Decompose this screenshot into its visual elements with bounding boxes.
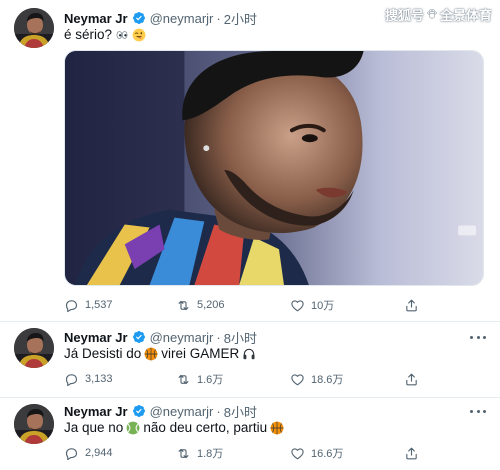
watermark-right: 全景体育 bbox=[439, 7, 492, 23]
reply-button[interactable]: 2,944 bbox=[64, 444, 113, 462]
tweet-text: Ja que no não deu certo, partiu bbox=[64, 420, 284, 435]
portrait-photo bbox=[65, 51, 483, 285]
tweet-text-part2: virei GAMER bbox=[161, 346, 240, 361]
headphones-emoji-icon bbox=[242, 347, 256, 361]
avatar[interactable] bbox=[14, 328, 54, 368]
tweet-text: Já Desisti do virei GAMER bbox=[64, 346, 256, 361]
avatar-image bbox=[14, 328, 54, 368]
avatar[interactable] bbox=[14, 404, 54, 444]
user-handle[interactable]: @neymarjr bbox=[150, 404, 214, 419]
more-dot-icon bbox=[470, 335, 473, 339]
reply-icon bbox=[64, 446, 79, 461]
share-button[interactable] bbox=[404, 444, 419, 462]
verified-badge-icon bbox=[132, 11, 146, 25]
like-button[interactable]: 18.6万 bbox=[290, 370, 343, 388]
paw-icon bbox=[426, 8, 438, 20]
separator-dot: · bbox=[216, 10, 221, 26]
reply-count: 2,944 bbox=[85, 447, 113, 459]
timestamp[interactable]: 8小时 bbox=[224, 328, 257, 347]
like-count: 10万 bbox=[311, 300, 335, 312]
basketball-emoji-icon bbox=[144, 347, 158, 361]
reply-button[interactable]: 1,537 bbox=[64, 296, 113, 314]
retweet-button[interactable]: 5,206 bbox=[176, 296, 225, 314]
user-handle[interactable]: @neymarjr bbox=[150, 11, 214, 26]
heart-icon bbox=[290, 298, 305, 313]
reply-icon bbox=[64, 372, 79, 387]
basketball-emoji-icon bbox=[270, 421, 284, 435]
user-handle[interactable]: @neymarjr bbox=[150, 330, 214, 345]
tweet-actions: 3,133 1.6万 18.6万 bbox=[64, 370, 444, 388]
retweet-icon bbox=[176, 372, 191, 387]
retweet-button[interactable]: 1.6万 bbox=[176, 370, 223, 388]
tweet-header: Neymar Jr @neymarjr · 2小时 bbox=[64, 9, 257, 27]
like-count: 18.6万 bbox=[311, 374, 344, 386]
tweet-1[interactable]: Neymar Jr @neymarjr · 2小时 搜狐号 全景体育 é sér… bbox=[0, 0, 500, 322]
timestamp[interactable]: 8小时 bbox=[224, 402, 257, 421]
retweet-count: 1.6万 bbox=[197, 374, 224, 386]
reply-button[interactable]: 3,133 bbox=[64, 370, 113, 388]
avatar-image bbox=[14, 404, 54, 444]
eyes-emoji-icon bbox=[115, 28, 129, 42]
heart-icon bbox=[290, 446, 305, 461]
more-options-button[interactable] bbox=[470, 404, 486, 418]
retweet-icon bbox=[176, 298, 191, 313]
verified-badge-icon bbox=[132, 404, 146, 418]
retweet-button[interactable]: 1.8万 bbox=[176, 444, 223, 462]
more-dot-icon bbox=[476, 335, 480, 339]
display-name[interactable]: Neymar Jr bbox=[64, 404, 128, 419]
reply-count: 3,133 bbox=[85, 373, 113, 385]
share-button[interactable] bbox=[404, 370, 419, 388]
separator-dot: · bbox=[216, 403, 221, 419]
tweet-header: Neymar Jr @neymarjr · 8小时 bbox=[64, 402, 257, 420]
reply-icon bbox=[64, 298, 79, 313]
tweet-actions: 1,537 5,206 10万 bbox=[64, 296, 444, 314]
tweet-text: é sério? bbox=[64, 27, 146, 42]
tweet-text-part1: é sério? bbox=[64, 27, 113, 42]
more-dot-icon bbox=[483, 409, 486, 413]
display-name[interactable]: Neymar Jr bbox=[64, 330, 128, 345]
more-dot-icon bbox=[470, 409, 473, 413]
verified-badge-icon bbox=[132, 330, 146, 344]
tweet-text-part1: Já Desisti do bbox=[64, 346, 142, 361]
tweet-text-part1: Ja que no bbox=[64, 420, 124, 435]
tennis-ball-emoji-icon bbox=[126, 421, 140, 435]
retweet-count: 1.8万 bbox=[197, 448, 224, 460]
tweet-actions: 2,944 1.8万 16.6万 bbox=[64, 444, 444, 462]
share-icon bbox=[404, 446, 419, 461]
winking-tongue-emoji-icon bbox=[132, 28, 146, 42]
separator-dot: · bbox=[216, 329, 221, 345]
tweet-text-part2: não deu certo, partiu bbox=[143, 420, 268, 435]
more-options-button[interactable] bbox=[470, 330, 486, 344]
tweet-photo[interactable] bbox=[64, 50, 484, 286]
watermark-left: 搜狐号 bbox=[384, 7, 424, 23]
more-dot-icon bbox=[483, 335, 486, 339]
timestamp[interactable]: 2小时 bbox=[224, 9, 257, 28]
avatar-image bbox=[14, 8, 54, 48]
reply-count: 1,537 bbox=[85, 299, 113, 311]
like-button[interactable]: 16.6万 bbox=[290, 444, 343, 462]
heart-icon bbox=[290, 372, 305, 387]
display-name[interactable]: Neymar Jr bbox=[64, 11, 128, 26]
retweet-count: 5,206 bbox=[197, 299, 225, 311]
watermark: 搜狐号 全景体育 bbox=[384, 6, 492, 23]
avatar[interactable] bbox=[14, 8, 54, 48]
tweet-3[interactable]: Neymar Jr @neymarjr · 8小时 Ja que no não … bbox=[0, 398, 500, 470]
share-icon bbox=[404, 298, 419, 313]
share-button[interactable] bbox=[404, 296, 419, 314]
retweet-icon bbox=[176, 446, 191, 461]
more-dot-icon bbox=[476, 409, 480, 413]
like-count: 16.6万 bbox=[311, 448, 344, 460]
tweet-header: Neymar Jr @neymarjr · 8小时 bbox=[64, 328, 257, 346]
tweet-2[interactable]: Neymar Jr @neymarjr · 8小时 Já Desisti do … bbox=[0, 322, 500, 398]
twitter-feed: Neymar Jr @neymarjr · 2小时 搜狐号 全景体育 é sér… bbox=[0, 0, 500, 470]
share-icon bbox=[404, 372, 419, 387]
like-button[interactable]: 10万 bbox=[290, 296, 334, 314]
